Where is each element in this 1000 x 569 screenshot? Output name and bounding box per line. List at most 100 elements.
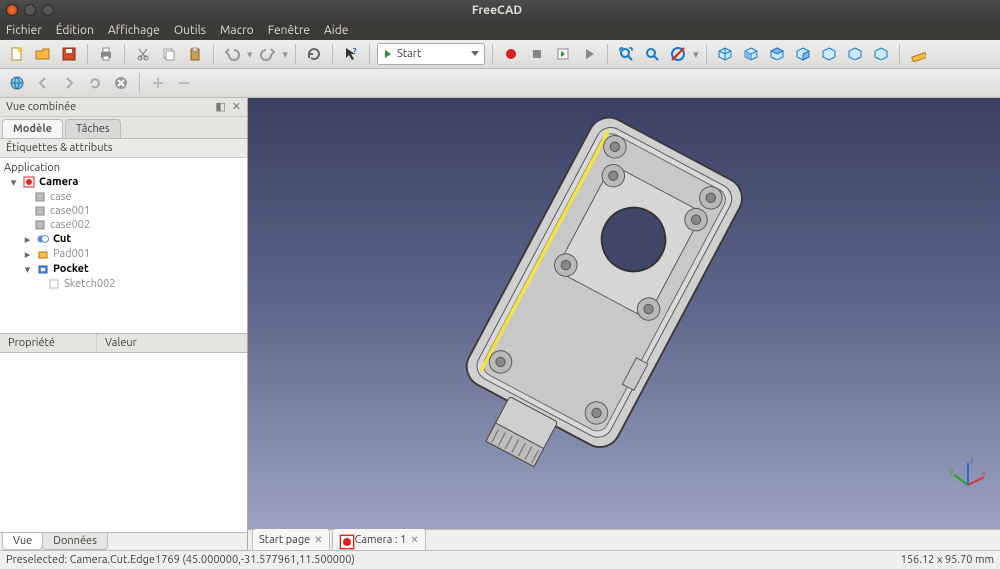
expander-icon[interactable]: ▸	[22, 248, 33, 261]
combo-view-label: Vue combinée	[6, 101, 76, 113]
fit-all-button[interactable]	[615, 43, 637, 65]
tree-item-case001[interactable]: case001	[0, 204, 247, 218]
tab-model[interactable]: Modèle	[2, 119, 63, 138]
panel-undock-button[interactable]: ◧	[215, 100, 225, 113]
doc-tab-camera[interactable]: Camera : 1 ✕	[332, 528, 426, 550]
macro-record-button[interactable]	[500, 43, 522, 65]
workbench-selector[interactable]: Start	[377, 43, 485, 65]
macro-list-icon	[555, 46, 571, 62]
toolbar-web	[0, 69, 1000, 98]
tree-item-case002[interactable]: case002	[0, 218, 247, 232]
tree-doc[interactable]: ▾ Camera	[0, 175, 247, 190]
view-right-button[interactable]	[792, 43, 814, 65]
part-icon	[34, 191, 46, 203]
new-file-button[interactable]	[6, 43, 28, 65]
copy-button[interactable]	[158, 43, 180, 65]
view-rear-button[interactable]	[818, 43, 840, 65]
doc-tab-label: Start page	[259, 534, 310, 546]
fit-selection-button[interactable]	[641, 43, 663, 65]
zoom-out-button[interactable]	[173, 72, 195, 94]
view-left-button[interactable]	[870, 43, 892, 65]
fit-sel-icon	[644, 46, 660, 62]
pad-feature-icon	[37, 248, 49, 260]
cut-feature-icon	[37, 233, 49, 245]
menu-help[interactable]: Aide	[324, 24, 348, 37]
macro-stop-button[interactable]	[526, 43, 548, 65]
open-file-button[interactable]	[32, 43, 54, 65]
zoom-in-button[interactable]	[147, 72, 169, 94]
web-reload-button[interactable]	[84, 72, 106, 94]
close-icon[interactable]: ✕	[410, 534, 418, 546]
window-maximize-button[interactable]	[42, 4, 54, 16]
menu-file[interactable]: Fichier	[6, 24, 42, 37]
expander-icon[interactable]: ▸	[22, 233, 33, 246]
view-iso-button[interactable]	[714, 43, 736, 65]
tab-tasks[interactable]: Tâches	[65, 119, 121, 138]
window-title: FreeCAD	[54, 4, 940, 17]
arrow-right-icon	[61, 75, 77, 91]
copy-icon	[161, 46, 177, 62]
prop-col-value[interactable]: Valeur	[97, 334, 145, 352]
scissors-icon	[135, 46, 151, 62]
svg-text:?: ?	[353, 47, 357, 56]
tree-item-sketch[interactable]: Sketch002	[0, 277, 247, 291]
view-front-button[interactable]	[740, 43, 762, 65]
menu-tools[interactable]: Outils	[174, 24, 206, 37]
web-forward-button[interactable]	[58, 72, 80, 94]
titlebar: FreeCAD	[0, 0, 1000, 20]
macro-list-button[interactable]	[552, 43, 574, 65]
web-home-button[interactable]	[6, 72, 28, 94]
tree-item-pocket[interactable]: ▾ Pocket	[0, 262, 247, 277]
status-dimensions: 156.12 x 95.70 mm	[901, 554, 994, 566]
prop-col-property[interactable]: Propriété	[0, 334, 97, 352]
status-preselect: Preselected: Camera.Cut.Edge1769 (45.000…	[6, 554, 355, 566]
view-top-button[interactable]	[766, 43, 788, 65]
menu-edit[interactable]: Édition	[56, 24, 94, 37]
tree-header: Étiquettes & attributs	[0, 139, 247, 158]
measure-button[interactable]	[907, 43, 929, 65]
ruler-icon	[910, 46, 926, 62]
window-close-button[interactable]	[6, 4, 18, 16]
paste-button[interactable]	[184, 43, 206, 65]
sketch-icon	[48, 278, 60, 290]
draw-style-dropdown[interactable]: ▾	[693, 48, 699, 61]
web-back-button[interactable]	[32, 72, 54, 94]
redo-button[interactable]	[257, 43, 279, 65]
app-window: FreeCAD Fichier Édition Affichage Outils…	[0, 0, 1000, 569]
menu-view[interactable]: Affichage	[108, 24, 160, 37]
refresh-button[interactable]	[303, 43, 325, 65]
window-minimize-button[interactable]	[24, 4, 36, 16]
refresh-icon	[306, 46, 322, 62]
redo-dropdown[interactable]: ▾	[283, 48, 289, 61]
tab-view[interactable]: Vue	[2, 533, 43, 550]
undo-button[interactable]	[221, 43, 243, 65]
menu-macro[interactable]: Macro	[220, 24, 254, 37]
undo-dropdown[interactable]: ▾	[247, 48, 253, 61]
stop-round-icon	[113, 75, 129, 91]
item-label: Pad001	[53, 248, 90, 260]
cut-button[interactable]	[132, 43, 154, 65]
start-wb-icon	[383, 49, 393, 59]
print-button[interactable]	[95, 43, 117, 65]
expander-icon[interactable]: ▾	[22, 263, 33, 276]
item-label: case	[50, 191, 72, 203]
web-stop-button[interactable]	[110, 72, 132, 94]
doc-tab-startpage[interactable]: Start page ✕	[252, 528, 330, 550]
menu-window[interactable]: Fenêtre	[268, 24, 310, 37]
macro-play-button[interactable]	[578, 43, 600, 65]
plus-icon	[150, 75, 166, 91]
tab-data[interactable]: Données	[42, 533, 108, 550]
draw-style-button[interactable]	[667, 43, 689, 65]
save-button[interactable]	[58, 43, 80, 65]
panel-close-button[interactable]: ✕	[232, 100, 241, 113]
close-icon[interactable]: ✕	[314, 534, 322, 546]
view-bottom-button[interactable]	[844, 43, 866, 65]
model-tree[interactable]: Application ▾ Camera case case001	[0, 158, 247, 333]
tree-item-case[interactable]: case	[0, 190, 247, 204]
expander-icon[interactable]: ▾	[8, 176, 19, 189]
tree-item-cut[interactable]: ▸ Cut	[0, 232, 247, 247]
3d-view[interactable]: x y z	[248, 98, 1000, 529]
whats-this-button[interactable]: ?	[340, 43, 362, 65]
tree-item-pad[interactable]: ▸ Pad001	[0, 247, 247, 262]
tree-root[interactable]: Application	[0, 161, 247, 175]
